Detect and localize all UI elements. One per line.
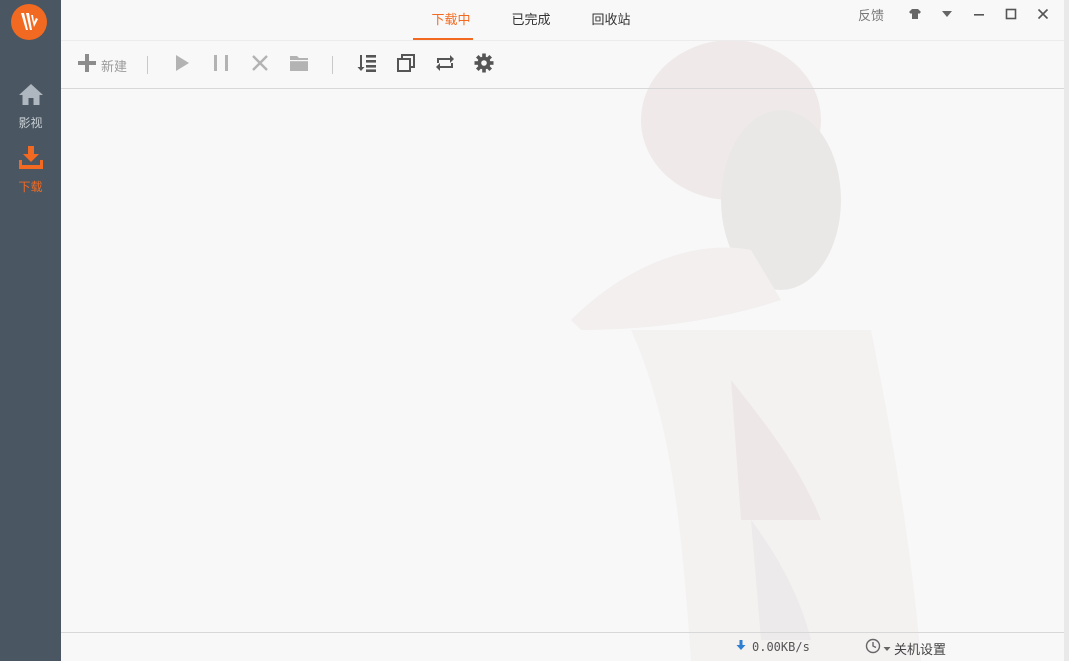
delete-icon <box>251 54 269 76</box>
pause-button[interactable] <box>201 50 240 80</box>
window-controls: 反馈 <box>858 4 1058 24</box>
tab-bar: 下载中 已完成 回收站 <box>411 0 651 40</box>
list-button[interactable] <box>347 50 386 80</box>
download-arrow-icon <box>735 639 747 654</box>
toolbar: 新建 <box>61 46 1064 84</box>
shutdown-label: 关机设置 <box>894 642 947 658</box>
header-divider <box>61 40 1064 41</box>
status-bar: 0.00KB/s 关机设置 <box>61 633 1064 661</box>
copy-icon <box>396 53 416 77</box>
shutdown-settings-button[interactable]: 关机设置 <box>865 638 946 658</box>
clock-icon <box>865 638 881 658</box>
repeat-icon <box>434 53 456 77</box>
task-list[interactable] <box>61 89 1064 632</box>
window-right-edge <box>1064 0 1069 661</box>
speed-value: 0.00KB/s <box>752 639 810 654</box>
open-folder-button[interactable] <box>279 50 318 80</box>
app-logo <box>11 4 47 40</box>
main-panel: 下载中 已完成 回收站 反馈 新建 0.00KB/s 关机设置 <box>61 0 1064 661</box>
new-task-label: 新建 <box>101 59 128 75</box>
download-icon <box>17 144 45 174</box>
menu-arrow-icon[interactable] <box>932 4 962 24</box>
sidebar-item-label: 影视 <box>18 116 43 130</box>
start-icon <box>174 54 190 76</box>
toolbar-separator <box>332 56 334 74</box>
skin-icon[interactable] <box>900 4 930 24</box>
settings-icon <box>474 53 494 77</box>
tab-downloading[interactable]: 下载中 <box>411 0 491 40</box>
chevron-down-icon <box>883 641 891 656</box>
home-icon <box>18 82 44 110</box>
new-task-button[interactable]: 新建 <box>77 50 133 80</box>
copy-button[interactable] <box>386 50 425 80</box>
minimize-icon[interactable] <box>964 4 994 24</box>
start-button[interactable] <box>162 50 201 80</box>
settings-button[interactable] <box>464 50 503 80</box>
open-folder-icon <box>289 54 309 76</box>
sidebar: 影视 下载 <box>0 0 61 661</box>
plus-icon <box>77 53 97 77</box>
sidebar-item-label: 下载 <box>18 180 43 194</box>
feedback-link[interactable]: 反馈 <box>858 5 884 24</box>
repeat-button[interactable] <box>425 50 464 80</box>
delete-button[interactable] <box>240 50 279 80</box>
maximize-icon[interactable] <box>996 4 1026 24</box>
close-icon[interactable] <box>1028 4 1058 24</box>
tab-recycle-bin[interactable]: 回收站 <box>571 0 651 40</box>
list-icon <box>357 54 377 76</box>
toolbar-separator <box>147 56 149 74</box>
pause-icon <box>212 54 230 76</box>
download-speed: 0.00KB/s <box>735 639 810 654</box>
sidebar-item-home[interactable]: 影视 <box>0 82 61 138</box>
sidebar-item-download[interactable]: 下载 <box>0 144 61 200</box>
tab-completed[interactable]: 已完成 <box>491 0 571 40</box>
